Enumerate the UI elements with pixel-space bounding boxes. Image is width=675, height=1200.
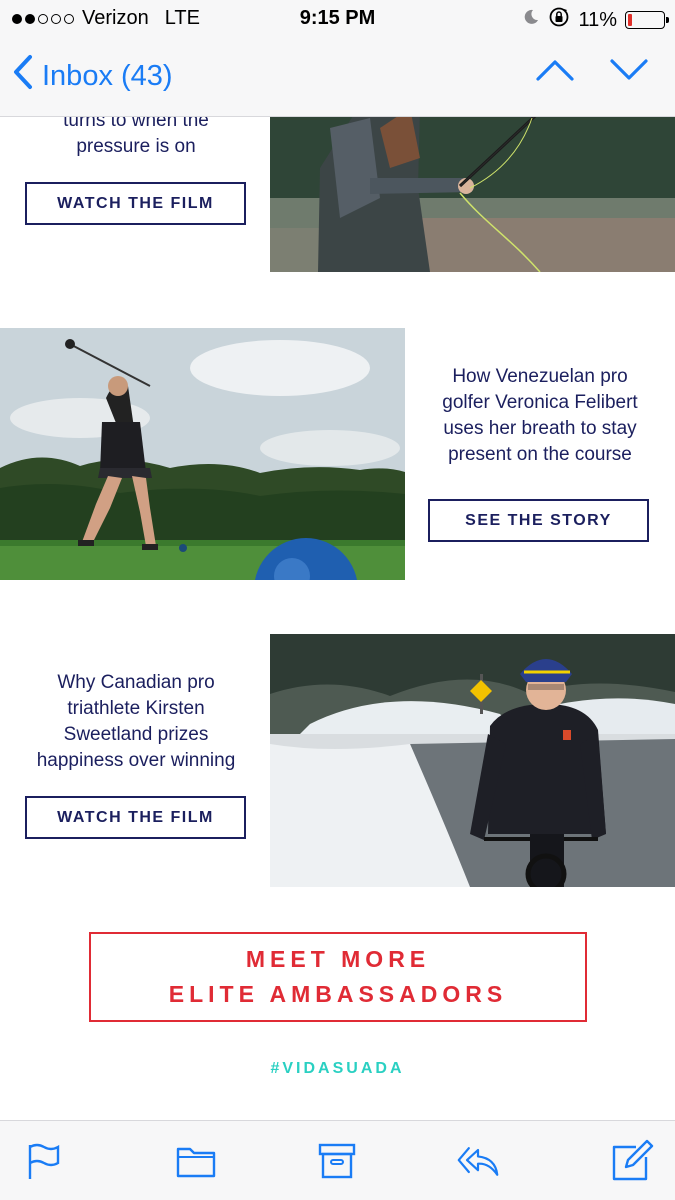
- blurb-line: uses her breath to stay: [443, 418, 637, 439]
- blurb-line: triathlete Kirsten: [67, 698, 205, 719]
- blurb-line: Sweetland prizes: [63, 724, 209, 745]
- chevron-down-icon[interactable]: [609, 58, 649, 87]
- blurb-line: happiness over winning: [36, 750, 236, 771]
- folder-icon[interactable]: [174, 1139, 218, 1183]
- mail-nav-bar: Inbox (43): [0, 44, 675, 108]
- status-bar: Verizon LTE 9:15 PM 11%: [0, 0, 675, 38]
- fly-fishing-photo[interactable]: [270, 108, 675, 272]
- hashtag-link[interactable]: #VIDASUADA: [0, 1060, 675, 1078]
- golfer-photo[interactable]: [0, 328, 405, 580]
- reply-icon[interactable]: [456, 1139, 500, 1183]
- story-blurb-golf: How Venezuelan pro golfer Veronica Felib…: [420, 364, 660, 468]
- battery-icon: [625, 11, 669, 29]
- watch-film-button-2[interactable]: WATCH THE FILM: [25, 796, 246, 839]
- blurb-line: golfer Veronica Felibert: [442, 392, 638, 413]
- mail-toolbar: [0, 1120, 675, 1200]
- chevron-left-icon: [12, 54, 42, 98]
- blurb-line: How Venezuelan pro: [452, 366, 628, 387]
- compose-icon[interactable]: [610, 1139, 654, 1183]
- story-blurb-triathlon: Why Canadian pro triathlete Kirsten Swee…: [20, 670, 252, 774]
- battery-percent: 11%: [578, 8, 617, 31]
- cta-line: MEET MORE: [245, 946, 431, 972]
- meet-ambassadors-button[interactable]: MEET MORE ELITE AMBASSADORS: [89, 932, 587, 1022]
- email-body[interactable]: turns to when the pressure is on WATCH T…: [0, 0, 675, 1200]
- mail-screen: turns to when the pressure is on WATCH T…: [0, 0, 675, 1200]
- battery-level: [628, 14, 632, 26]
- moon-icon: [522, 8, 540, 32]
- back-to-inbox-button[interactable]: Inbox (43): [12, 54, 173, 98]
- archive-icon[interactable]: [315, 1139, 359, 1183]
- see-story-button[interactable]: SEE THE STORY: [428, 499, 649, 542]
- cyclist-photo[interactable]: [270, 634, 675, 887]
- chevron-up-icon[interactable]: [535, 58, 575, 87]
- blurb-line: pressure is on: [76, 136, 196, 157]
- blurb-line: present on the course: [448, 444, 632, 465]
- blurb-line: Why Canadian pro: [57, 672, 215, 693]
- flag-icon[interactable]: [21, 1139, 65, 1183]
- message-navigation: [535, 58, 649, 87]
- rotation-lock-icon: [548, 6, 570, 34]
- cta-line: ELITE AMBASSADORS: [168, 981, 508, 1007]
- watch-film-button-1[interactable]: WATCH THE FILM: [25, 182, 246, 225]
- status-icons: 11%: [522, 6, 669, 34]
- back-label: Inbox (43): [42, 59, 173, 92]
- top-bar: Verizon LTE 9:15 PM 11% Inbox (43): [0, 0, 675, 117]
